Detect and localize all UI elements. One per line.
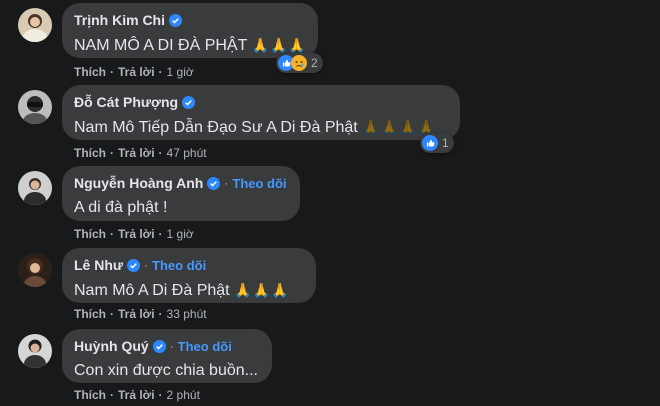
avatar[interactable]: [18, 90, 52, 124]
commenter-name[interactable]: Trịnh Kim Chi: [74, 12, 165, 28]
commenter-name[interactable]: Huỳnh Quý: [74, 338, 149, 354]
reaction-count: 2: [311, 56, 318, 70]
comment-bubble: Nguyễn Hoàng Anh · Theo dõi A di đà phật…: [62, 166, 300, 221]
follow-button[interactable]: Theo dõi: [232, 176, 286, 191]
reaction-summary[interactable]: 2: [276, 53, 323, 73]
like-icon: [422, 135, 438, 151]
commenter-name[interactable]: Đỗ Cát Phượng: [74, 94, 178, 110]
reply-button[interactable]: Trả lời: [118, 65, 155, 79]
like-button[interactable]: Thích: [74, 146, 106, 160]
avatar[interactable]: [18, 171, 52, 205]
comment-bubble: Lê Như · Theo dõi Nam Mô A Di Đà Phật 🙏🙏…: [62, 248, 316, 303]
timestamp[interactable]: 1 giờ: [167, 65, 194, 79]
commenter-name[interactable]: Lê Như: [74, 257, 123, 273]
comment-text: A di đà phật !: [74, 199, 168, 216]
verified-badge-icon: [207, 176, 221, 190]
comment-actions: Thích · Trả lời · 33 phút: [74, 307, 207, 321]
reply-button[interactable]: Trả lời: [118, 227, 155, 241]
avatar[interactable]: [18, 8, 52, 42]
verified-badge-icon: [152, 339, 166, 353]
reply-button[interactable]: Trả lời: [118, 146, 155, 160]
commenter-name[interactable]: Nguyễn Hoàng Anh: [74, 175, 203, 191]
follow-button[interactable]: Theo dõi: [178, 339, 232, 354]
reply-button[interactable]: Trả lời: [118, 388, 155, 402]
reaction-count: 1: [442, 136, 449, 150]
comment-bubble: Trịnh Kim Chi NAM MÔ A DI ĐÀ PHẬT 🙏🙏🙏: [62, 3, 318, 58]
comment-text: Nam Mô A Di Đà Phật 🙏🙏🙏: [74, 282, 290, 299]
reply-button[interactable]: Trả lời: [118, 307, 155, 321]
comment-actions: Thích · Trả lời · 1 giờ: [74, 65, 194, 79]
comment-actions: Thích · Trả lời · 1 giờ: [74, 227, 194, 241]
comment-actions: Thích · Trả lời · 2 phút: [74, 388, 200, 402]
comment-text: NAM MÔ A DI ĐÀ PHẬT 🙏🙏🙏: [74, 37, 307, 54]
sad-icon: [291, 55, 307, 71]
avatar[interactable]: [18, 334, 52, 368]
comment-text: Nam Mô Tiếp Dẫn Đạo Sư A Di Đà Phật 🙏🙏🙏🙏: [74, 119, 436, 136]
timestamp[interactable]: 1 giờ: [167, 227, 194, 241]
pray-emoji: 🙏🙏🙏: [251, 37, 307, 53]
verified-badge-icon: [127, 258, 141, 272]
verified-badge-icon: [169, 13, 182, 27]
like-button[interactable]: Thích: [74, 307, 106, 321]
verified-badge-icon: [182, 95, 196, 109]
timestamp[interactable]: 33 phút: [167, 307, 207, 321]
comment-actions: Thích · Trả lời · 47 phút: [74, 146, 207, 160]
pray-emoji: 🙏🙏🙏: [234, 282, 290, 298]
like-button[interactable]: Thích: [74, 65, 106, 79]
pray-emoji: 🙏🙏🙏🙏: [362, 119, 436, 135]
like-button[interactable]: Thích: [74, 388, 106, 402]
follow-button[interactable]: Theo dõi: [152, 258, 206, 273]
like-button[interactable]: Thích: [74, 227, 106, 241]
comment-bubble: Đỗ Cát Phượng Nam Mô Tiếp Dẫn Đạo Sư A D…: [62, 85, 460, 140]
reaction-summary[interactable]: 1: [420, 133, 454, 153]
comment-bubble: Huỳnh Quý · Theo dõi Con xin được chia b…: [62, 329, 272, 383]
avatar[interactable]: [18, 253, 52, 287]
comment-text: Con xin được chia buồn...: [74, 362, 258, 379]
timestamp[interactable]: 47 phút: [167, 146, 207, 160]
timestamp[interactable]: 2 phút: [167, 388, 200, 402]
